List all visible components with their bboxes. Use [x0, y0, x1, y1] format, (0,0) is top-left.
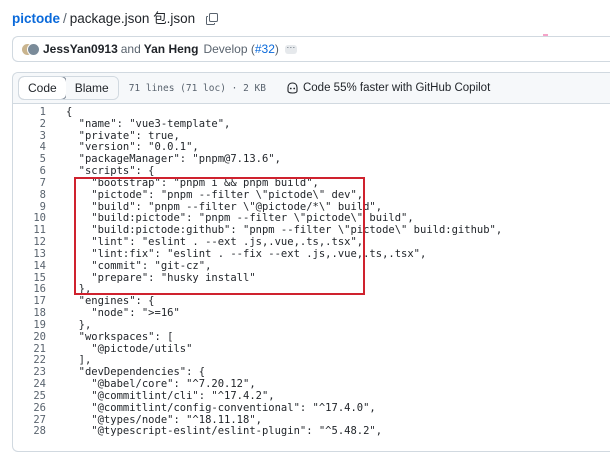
- line-content: "name": "vue3-template",: [66, 117, 231, 130]
- line-content: },: [66, 318, 92, 331]
- commit-message: Develop (#32): [203, 42, 279, 56]
- code-line: 18 "node": ">=16": [13, 307, 610, 320]
- code-line: 26 "@commitlint/config-conventional": "^…: [13, 401, 610, 415]
- pr-link[interactable]: #32: [255, 42, 275, 56]
- line-number[interactable]: 25: [13, 390, 46, 403]
- code-line: 2 "name": "vue3-template",: [13, 117, 610, 131]
- line-number[interactable]: 14: [13, 260, 46, 273]
- file-meta: 71 lines (71 loc) · 2 KB: [128, 82, 266, 94]
- line-number[interactable]: 13: [13, 248, 46, 261]
- line-number[interactable]: 28: [13, 426, 46, 438]
- line-number[interactable]: 2: [13, 118, 46, 131]
- line-number[interactable]: 19: [13, 319, 46, 332]
- breadcrumb: pictode / package.json 包.json: [12, 7, 218, 28]
- avatar[interactable]: [21, 42, 40, 56]
- code-line: 25 "@commitlint/cli": "^17.4.2",: [13, 389, 610, 403]
- code-line: 20 "workspaces": [: [13, 330, 610, 344]
- file-name: package.json 包.json: [69, 11, 196, 26]
- line-content: "lint:fix": "eslint . --fix --ext .js,.v…: [66, 247, 427, 260]
- code-line: 21 "@pictode/utils": [13, 343, 610, 356]
- code-line: 14 "commit": "git-cz",: [13, 259, 610, 273]
- copilot-icon: [287, 82, 298, 94]
- copilot-link[interactable]: Code 55% faster with GitHub Copilot: [286, 82, 490, 94]
- breadcrumb-separator: /: [63, 11, 67, 26]
- line-number[interactable]: 26: [13, 402, 46, 415]
- line-number[interactable]: 8: [13, 189, 46, 202]
- view-toggle: Code Blame: [18, 76, 119, 100]
- commit-author-2[interactable]: Yan Heng: [144, 42, 199, 56]
- line-content: "@commitlint/cli": "^17.4.2",: [66, 389, 275, 402]
- repo-link[interactable]: pictode: [12, 11, 60, 26]
- copy-icon[interactable]: [205, 13, 218, 28]
- commit-and: and: [120, 42, 141, 56]
- code-line: 19 },: [13, 318, 610, 332]
- code-view: 1{2 "name": "vue3-template", 3 "private":…: [13, 106, 610, 438]
- tab-blame[interactable]: Blame: [65, 77, 118, 99]
- pink-mark: [543, 34, 548, 36]
- code-line: 28 "@typescript-eslint/eslint-plugin": "…: [13, 426, 610, 438]
- code-line: 13 "lint:fix": "eslint . --fix --ext .js…: [13, 247, 610, 261]
- file-viewer: Code Blame 71 lines (71 loc) · 2 KB Code…: [12, 72, 610, 452]
- commit-author-1[interactable]: JessYan0913: [43, 42, 118, 56]
- line-content: "commit": "git-cz",: [66, 259, 212, 272]
- copilot-label: Code 55% faster with GitHub Copilot: [302, 82, 491, 94]
- line-number[interactable]: 20: [13, 331, 46, 344]
- code-line: 15 "prepare": "husky install": [13, 272, 610, 285]
- line-content: "pictode": "pnpm --filter \"pictode\" de…: [66, 188, 364, 201]
- line-content: "workspaces": [: [66, 330, 174, 343]
- ellipsis-icon[interactable]: ···: [284, 42, 297, 54]
- latest-commit-bar: JessYan0913 and Yan Heng Develop (#32) ·…: [12, 36, 610, 62]
- code-line: 8 "pictode": "pnpm --filter \"pictode\" …: [13, 188, 610, 202]
- tab-code[interactable]: Code: [18, 77, 67, 99]
- file-header: Code Blame 71 lines (71 loc) · 2 KB Code…: [13, 73, 610, 104]
- line-content: "@commitlint/config-conventional": "^17.…: [66, 401, 376, 414]
- line-content: "@typescript-eslint/eslint-plugin": "^5.…: [66, 425, 383, 438]
